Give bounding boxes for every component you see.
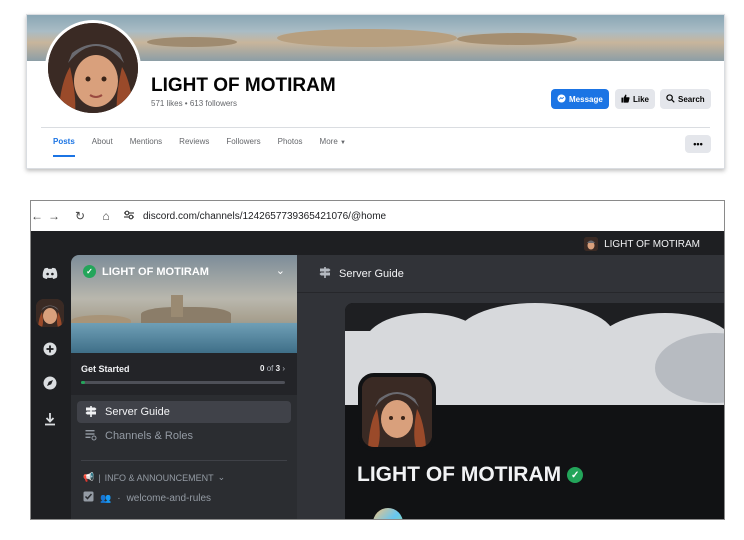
server-icon-light-of-motiram[interactable] xyxy=(36,299,64,327)
discord-logo-icon[interactable] xyxy=(36,259,64,287)
thumbs-up-icon xyxy=(621,93,630,105)
divider xyxy=(41,127,710,128)
signpost-icon xyxy=(85,405,97,420)
address-bar: ← → ↻ ⌂ discord.com/channels/12426577393… xyxy=(31,201,724,231)
server-avatar-large xyxy=(358,373,436,451)
like-button[interactable]: Like xyxy=(615,89,656,109)
profile-avatar[interactable] xyxy=(45,20,141,116)
verified-check-icon: ✓ xyxy=(83,265,96,278)
tab-more[interactable]: More ▼ xyxy=(320,137,346,157)
messenger-icon xyxy=(557,93,566,105)
url-text[interactable]: discord.com/channels/1242657739365421076… xyxy=(143,211,386,222)
nav-channels-roles[interactable]: Channels & Roles xyxy=(77,425,291,447)
checkbox-icon xyxy=(83,491,94,505)
channel-sidebar: ✓ LIGHT OF MOTIRAM ⌄ Get Started 0 of 3 … xyxy=(71,255,297,519)
search-button[interactable]: Search xyxy=(660,89,711,109)
channel-header-title: Server Guide xyxy=(339,267,404,280)
tab-more-label: More xyxy=(319,137,338,146)
chevron-right-icon: › xyxy=(282,364,285,373)
server-title-text: LIGHT OF MOTIRAM xyxy=(357,463,562,486)
nav-server-guide[interactable]: Server Guide xyxy=(77,401,291,423)
server-mini-avatar xyxy=(584,237,599,251)
tab-mentions[interactable]: Mentions xyxy=(130,137,162,157)
facebook-page-panel: LIGHT OF MOTIRAM 571 likes • 613 followe… xyxy=(26,14,725,169)
progress-bar xyxy=(81,381,285,384)
nav-channels-roles-label: Channels & Roles xyxy=(105,430,194,442)
profile-tabs: Posts About Mentions Reviews Followers P… xyxy=(53,137,363,157)
channel-label: welcome-and-rules xyxy=(126,492,212,504)
get-started-count: 0 of 3 › xyxy=(260,364,285,373)
server-guide-card: LIGHT OF MOTIRAM ✓ xyxy=(345,303,724,519)
server-header[interactable]: ✓ LIGHT OF MOTIRAM xyxy=(83,265,209,278)
divider xyxy=(81,460,287,461)
browser-window: ← → ↻ ⌂ discord.com/channels/12426577393… xyxy=(30,200,725,520)
get-started-label: Get Started xyxy=(81,364,130,374)
channel-header: Server Guide xyxy=(297,255,724,293)
category-info-announcement[interactable]: 📢 | INFO & ANNOUNCEMENT ⌄ xyxy=(83,472,225,483)
tab-reviews[interactable]: Reviews xyxy=(179,137,209,157)
signpost-icon xyxy=(319,266,331,281)
site-settings-icon[interactable] xyxy=(123,210,135,223)
caret-down-icon: ▼ xyxy=(340,140,346,146)
main-content: Server Guide LIGHT OF MOTIRAM ✓ xyxy=(297,255,724,519)
discover-compass-icon[interactable] xyxy=(36,369,64,397)
tab-followers[interactable]: Followers xyxy=(226,137,260,157)
message-button-label: Message xyxy=(569,94,603,104)
tab-posts[interactable]: Posts xyxy=(53,137,75,157)
search-icon xyxy=(666,93,675,105)
chevron-down-icon: ⌄ xyxy=(217,472,226,482)
search-button-label: Search xyxy=(678,94,705,104)
window-title-text: LIGHT OF MOTIRAM xyxy=(604,238,700,250)
discord-app: LIGHT OF MOTIRAM ✓ LIGHT OF MOTIRAM ⌄ Ge… xyxy=(31,231,724,519)
home-icon[interactable]: ⌂ xyxy=(93,209,119,223)
progress-fill xyxy=(81,381,85,384)
add-server-icon[interactable] xyxy=(36,335,64,363)
chevron-down-icon[interactable]: ⌄ xyxy=(276,264,285,277)
server-title: LIGHT OF MOTIRAM ✓ xyxy=(357,463,584,487)
forward-arrow-icon[interactable]: → xyxy=(41,209,67,223)
back-arrow-icon[interactable]: ← xyxy=(31,209,43,223)
server-name: LIGHT OF MOTIRAM xyxy=(102,265,209,278)
reload-icon[interactable]: ↻ xyxy=(67,209,93,223)
download-icon[interactable] xyxy=(36,405,64,433)
server-rail xyxy=(31,255,69,519)
people-emoji-icon: 👥 xyxy=(100,492,112,503)
get-started-panel[interactable]: Get Started 0 of 3 › xyxy=(71,353,297,395)
channels-list-icon xyxy=(85,429,97,444)
verified-check-icon: ✓ xyxy=(567,467,584,483)
megaphone-icon: 📢 xyxy=(83,472,95,482)
channel-welcome-and-rules[interactable]: 👥 · welcome-and-rules xyxy=(83,491,211,505)
message-button[interactable]: Message xyxy=(551,89,609,109)
page-stats: 571 likes • 613 followers xyxy=(151,99,237,108)
like-button-label: Like xyxy=(633,94,650,104)
window-title: LIGHT OF MOTIRAM xyxy=(584,237,700,251)
tab-about[interactable]: About xyxy=(92,137,113,157)
page-title: LIGHT OF MOTIRAM xyxy=(151,75,336,96)
more-options-button[interactable]: ••• xyxy=(685,135,711,153)
tab-photos[interactable]: Photos xyxy=(278,137,303,157)
nav-server-guide-label: Server Guide xyxy=(105,406,170,418)
category-label: INFO & ANNOUNCEMENT xyxy=(104,472,214,483)
